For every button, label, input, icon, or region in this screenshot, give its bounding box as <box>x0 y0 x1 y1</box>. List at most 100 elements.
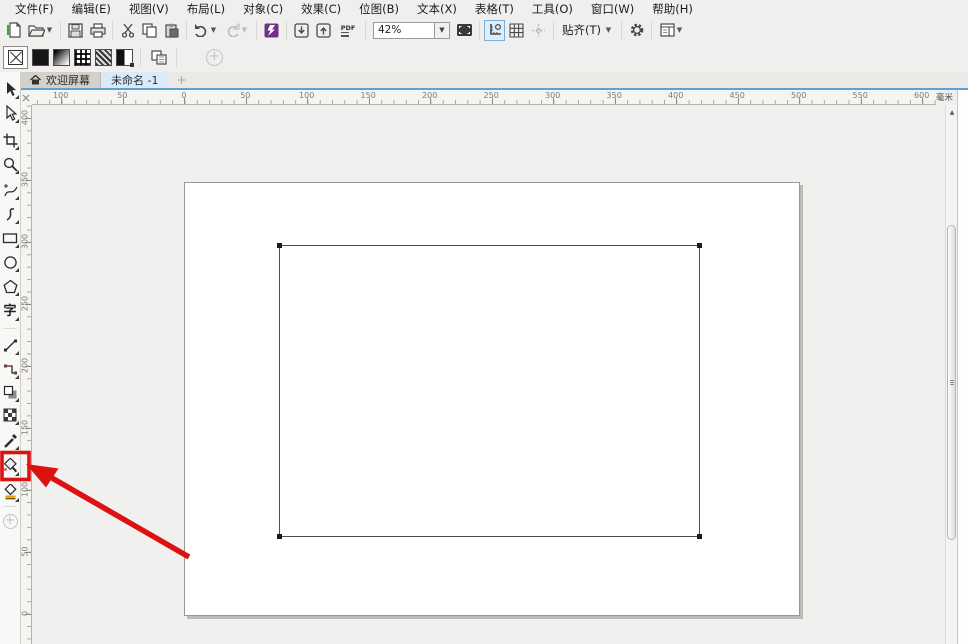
drop-shadow-tool[interactable] <box>1 381 19 403</box>
ruler-label: 150 <box>21 420 30 436</box>
snap-to-label: 贴齐(T) <box>562 22 601 38</box>
two-color-fill-button[interactable] <box>116 49 133 66</box>
copy-properties-button[interactable] <box>148 47 169 68</box>
menu-item[interactable]: 位图(B) <box>350 0 408 18</box>
ruler-label: 250 <box>484 91 499 100</box>
ruler-label: 50 <box>240 91 250 100</box>
tab-untitled-document[interactable]: 未命名 -1 <box>101 72 168 88</box>
parallel-dimension-tool[interactable] <box>1 334 19 356</box>
selection-handle-bottom-left[interactable] <box>277 534 282 539</box>
cut-button[interactable] <box>117 20 138 41</box>
redo-dropdown-arrow[interactable]: ▼ <box>240 26 249 34</box>
smart-fill-tool[interactable] <box>1 481 19 503</box>
publish-pdf-button[interactable]: PDF <box>335 20 361 41</box>
options-button[interactable] <box>626 20 647 41</box>
texture-fill-button[interactable] <box>95 49 112 66</box>
crop-tool[interactable] <box>1 129 19 151</box>
zoom-level-input[interactable] <box>373 22 435 39</box>
menu-item[interactable]: 窗口(W) <box>582 0 643 18</box>
menu-item[interactable]: 帮助(H) <box>643 0 702 18</box>
pick-tool[interactable] <box>1 78 19 100</box>
add-tool-button[interactable]: + <box>1 510 19 532</box>
menu-item[interactable]: 文件(F) <box>6 0 63 18</box>
undo-dropdown-arrow[interactable]: ▼ <box>209 26 218 34</box>
menu-item[interactable]: 对象(C) <box>234 0 292 18</box>
vertical-scrollbar[interactable]: ▲ <box>945 105 957 644</box>
menu-item[interactable]: 视图(V) <box>120 0 178 18</box>
selection-handle-top-right[interactable] <box>697 243 702 248</box>
redo-icon <box>225 23 240 37</box>
ellipse-tool[interactable] <box>1 251 19 273</box>
open-button[interactable]: ▼ <box>26 20 56 41</box>
text-tool[interactable]: 字 <box>1 300 19 322</box>
show-grid-button[interactable] <box>506 20 527 41</box>
zoom-dropdown-arrow[interactable]: ▼ <box>435 22 450 39</box>
ruler-label: 100 <box>53 91 68 100</box>
toolbar-separator <box>186 21 187 40</box>
show-guidelines-button[interactable] <box>528 20 549 41</box>
fill-toolbar: + <box>0 43 968 72</box>
interactive-fill-tool[interactable] <box>1 455 19 477</box>
export-button[interactable] <box>313 20 334 41</box>
artistic-media-tool[interactable] <box>1 203 19 225</box>
copy-button[interactable] <box>139 20 160 41</box>
full-screen-preview-button[interactable] <box>454 20 475 41</box>
polygon-icon <box>3 279 18 294</box>
redo-button[interactable]: ▼ <box>222 20 252 41</box>
new-document-tab-button[interactable]: + <box>168 72 194 88</box>
menu-item[interactable]: 布局(L) <box>178 0 234 18</box>
undo-icon <box>194 23 209 37</box>
pattern-fill-button[interactable] <box>74 49 91 66</box>
drawing-canvas[interactable] <box>32 105 945 644</box>
polygon-tool[interactable] <box>1 275 19 297</box>
add-toolbar-item-button[interactable]: + <box>206 49 223 66</box>
open-dropdown-arrow[interactable]: ▼ <box>45 26 54 34</box>
toolbar-separator <box>256 21 257 40</box>
selection-handle-top-left[interactable] <box>277 243 282 248</box>
import-button[interactable] <box>291 20 312 41</box>
drawn-rectangle-object[interactable] <box>279 245 700 537</box>
ruler-label: 400 <box>668 91 683 100</box>
save-button[interactable] <box>65 20 86 41</box>
toolbar-separator <box>286 21 287 40</box>
ruler-origin-button[interactable] <box>20 90 32 105</box>
ruler-label: 500 <box>791 91 806 100</box>
menu-item[interactable]: 编辑(E) <box>63 0 120 18</box>
snap-to-button[interactable]: 贴齐(T) ▼ <box>558 20 617 40</box>
new-document-button[interactable] <box>4 20 25 41</box>
menu-item[interactable]: 工具(O) <box>523 0 582 18</box>
print-button[interactable] <box>87 20 108 41</box>
menu-item[interactable]: 表格(T) <box>466 0 523 18</box>
vertical-ruler[interactable]: 400350300250200150100500 <box>21 105 32 644</box>
scroll-up-arrow[interactable]: ▲ <box>947 107 957 119</box>
tab-welcome-screen[interactable]: 欢迎屏幕 <box>20 72 101 88</box>
workspace-button[interactable]: ▼ <box>656 20 688 41</box>
menu-item[interactable]: 文本(X) <box>408 0 466 18</box>
shape-tool[interactable] <box>1 102 19 124</box>
vertical-scrollbar-thumb[interactable] <box>947 225 956 540</box>
uniform-fill-button[interactable] <box>32 49 49 66</box>
transparency-tool[interactable] <box>1 404 19 426</box>
color-eyedropper-tool[interactable] <box>1 429 19 451</box>
ruler-label: 350 <box>21 172 30 188</box>
freehand-tool[interactable] <box>1 179 19 201</box>
ellipse-icon <box>3 255 18 270</box>
new-tab-plus-icon: + <box>176 73 186 87</box>
toolbox-divider <box>3 328 17 329</box>
workspace-dropdown-arrow[interactable]: ▼ <box>675 26 684 34</box>
connector-tool[interactable] <box>1 358 19 380</box>
ruler-label: 200 <box>422 91 437 100</box>
selection-handle-bottom-right[interactable] <box>697 534 702 539</box>
menu-item[interactable]: 效果(C) <box>292 0 350 18</box>
application-launcher-button[interactable] <box>261 20 282 41</box>
undo-button[interactable]: ▼ <box>191 20 221 41</box>
rectangle-tool[interactable] <box>1 227 19 249</box>
fountain-fill-button[interactable] <box>53 49 70 66</box>
horizontal-ruler[interactable]: 1005005010015020025030035040045050055060… <box>32 90 936 105</box>
no-fill-button[interactable] <box>3 46 28 69</box>
paste-button[interactable] <box>161 20 182 41</box>
snap-to-dropdown-arrow[interactable]: ▼ <box>604 26 613 34</box>
zoom-tool[interactable] <box>1 153 19 175</box>
show-rulers-button[interactable] <box>484 20 505 41</box>
toolbox-divider <box>3 506 17 507</box>
